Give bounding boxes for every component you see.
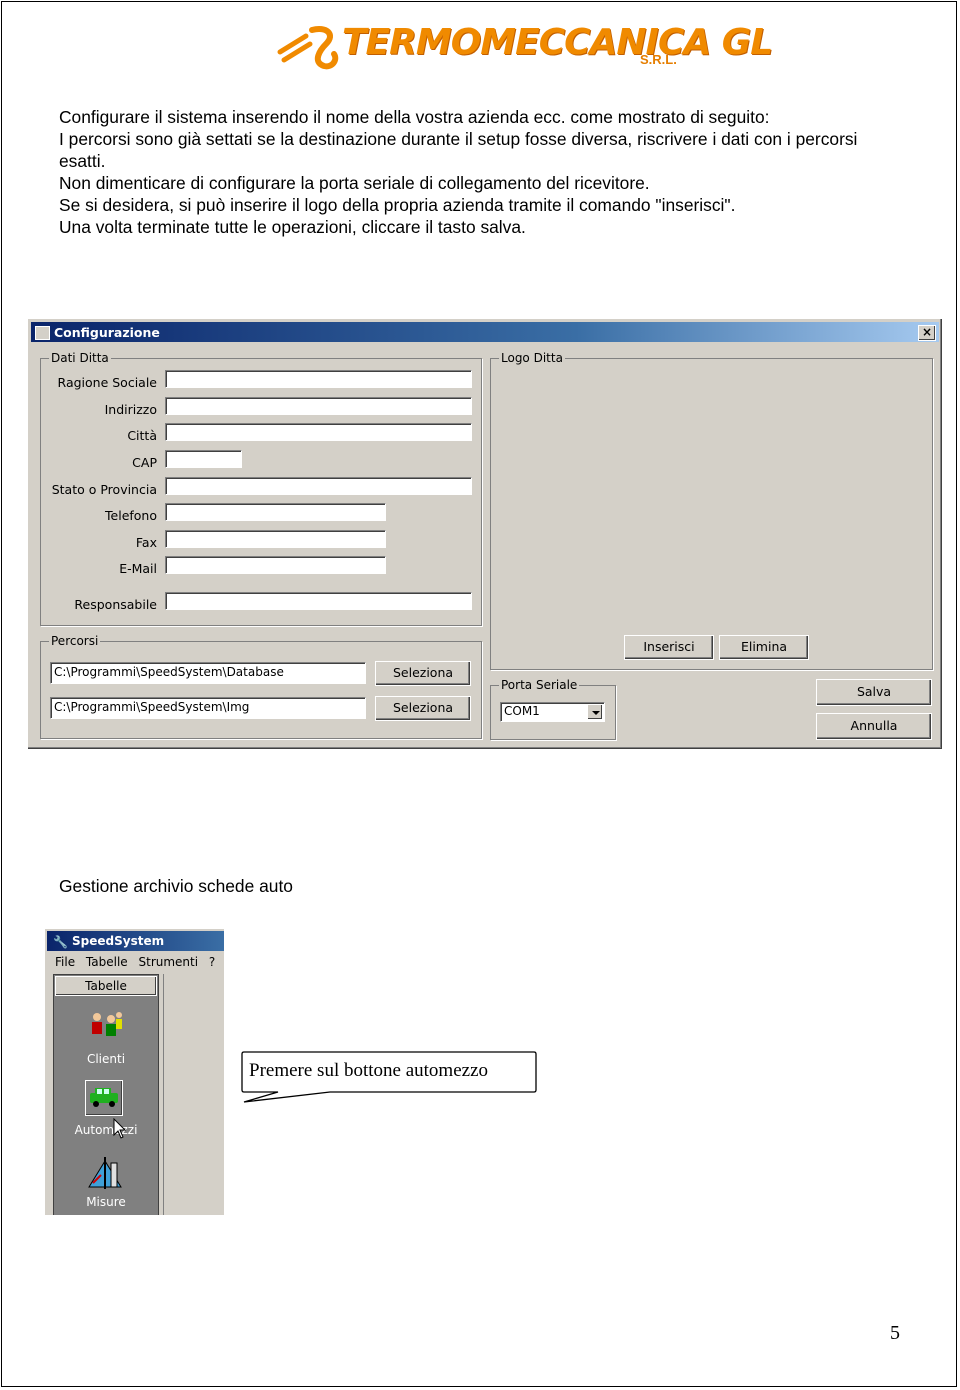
logo-suffix: S.R.L. xyxy=(640,52,677,67)
database-path-field[interactable]: C:\Programmi\SpeedSystem\Database xyxy=(50,662,366,684)
email-field[interactable] xyxy=(165,556,386,574)
label-fax: Fax xyxy=(135,535,157,550)
intro-line: Configurare il sistema inserendo il nome… xyxy=(59,107,770,127)
chevron-down-icon[interactable] xyxy=(587,704,603,720)
clienti-label[interactable]: Clienti xyxy=(54,1052,158,1066)
cap-field[interactable] xyxy=(165,450,242,468)
dialog-titlebar: Configurazione × xyxy=(31,322,939,342)
speedsystem-window: 🔧 SpeedSystem File Tabelle Strumenti ? T… xyxy=(45,929,224,1215)
company-logo xyxy=(277,26,339,70)
menu-strumenti[interactable]: Strumenti xyxy=(139,955,199,969)
tabelle-panel: Tabelle Clienti Automezzi Misure xyxy=(53,974,159,1215)
wrench-icon: 🔧 xyxy=(53,935,68,949)
car-icon xyxy=(90,1088,118,1107)
group-title-percorsi: Percorsi xyxy=(49,634,101,648)
responsabile-field[interactable] xyxy=(165,592,472,610)
speedsystem-title: SpeedSystem xyxy=(72,934,165,948)
group-logo-ditta: Logo Ditta xyxy=(490,351,933,670)
label-telefono: Telefono xyxy=(105,508,157,523)
section-title: Gestione archivio schede auto xyxy=(59,876,293,896)
porta-seriale-value: COM1 xyxy=(504,704,540,718)
callout-text: Premere sul bottone automezzo xyxy=(249,1060,489,1081)
fax-field[interactable] xyxy=(165,530,386,548)
mouse-cursor-icon xyxy=(113,1118,127,1139)
automezzi-label[interactable]: Automezzi xyxy=(54,1123,158,1137)
stato-provincia-field[interactable] xyxy=(165,477,472,495)
intro-text: Configurare il sistema inserendo il nome… xyxy=(59,106,899,238)
group-title-dati-ditta: Dati Ditta xyxy=(49,351,111,365)
indirizzo-field[interactable] xyxy=(165,397,472,415)
inserisci-button[interactable]: Inserisci xyxy=(624,635,714,660)
intro-line: Non dimenticare di configurare la porta … xyxy=(59,173,650,193)
intro-line: I percorsi sono già settati se la destin… xyxy=(59,129,858,171)
ragione-sociale-field[interactable] xyxy=(165,370,472,388)
close-icon[interactable]: × xyxy=(918,325,936,341)
intro-line: Una volta terminate tutte le operazioni,… xyxy=(59,217,526,237)
misure-icon[interactable] xyxy=(87,1155,125,1191)
group-title-porta-seriale: Porta Seriale xyxy=(499,678,580,692)
porta-seriale-select[interactable]: COM1 xyxy=(500,702,605,722)
misure-label[interactable]: Misure xyxy=(54,1195,158,1209)
label-stato-provincia: Stato o Provincia xyxy=(51,482,157,497)
seleziona-database-button[interactable]: Seleziona xyxy=(375,661,471,686)
page-number: 5 xyxy=(890,1322,900,1344)
app-icon xyxy=(35,326,50,340)
logo-name: TERMOMECCANICA GL xyxy=(342,22,773,63)
elimina-button[interactable]: Elimina xyxy=(719,635,809,660)
label-ragione-sociale: Ragione Sociale xyxy=(57,375,157,390)
annulla-button[interactable]: Annulla xyxy=(816,713,932,740)
label-email: E-Mail xyxy=(119,561,157,576)
telefono-field[interactable] xyxy=(165,503,386,521)
group-title-logo-ditta: Logo Ditta xyxy=(499,351,565,365)
group-percorsi: Percorsi xyxy=(40,634,482,739)
clienti-icon[interactable] xyxy=(89,1009,125,1039)
tabelle-tab-button[interactable]: Tabelle xyxy=(55,976,157,996)
label-cap: CAP xyxy=(132,455,157,470)
menu-file[interactable]: File xyxy=(55,955,75,969)
menu-bar: File Tabelle Strumenti ? xyxy=(55,955,222,969)
speedsystem-titlebar: 🔧 SpeedSystem xyxy=(47,931,224,951)
intro-line: Se si desidera, si può inserire il logo … xyxy=(59,195,736,215)
salva-button[interactable]: Salva xyxy=(816,679,932,706)
label-citta: Città xyxy=(127,428,157,443)
menu-tabelle[interactable]: Tabelle xyxy=(86,955,128,969)
dialog-title: Configurazione xyxy=(54,325,160,340)
speedsystem-workspace xyxy=(163,974,224,1215)
config-dialog: Configurazione × Dati Ditta Ragione Soci… xyxy=(27,318,943,750)
citta-field[interactable] xyxy=(165,423,472,441)
img-path-field[interactable]: C:\Programmi\SpeedSystem\Img xyxy=(50,697,366,719)
seleziona-img-button[interactable]: Seleziona xyxy=(375,696,471,721)
automezzi-button[interactable] xyxy=(85,1080,123,1116)
menu-help[interactable]: ? xyxy=(209,955,215,969)
label-responsabile: Responsabile xyxy=(74,597,157,612)
label-indirizzo: Indirizzo xyxy=(104,402,157,417)
